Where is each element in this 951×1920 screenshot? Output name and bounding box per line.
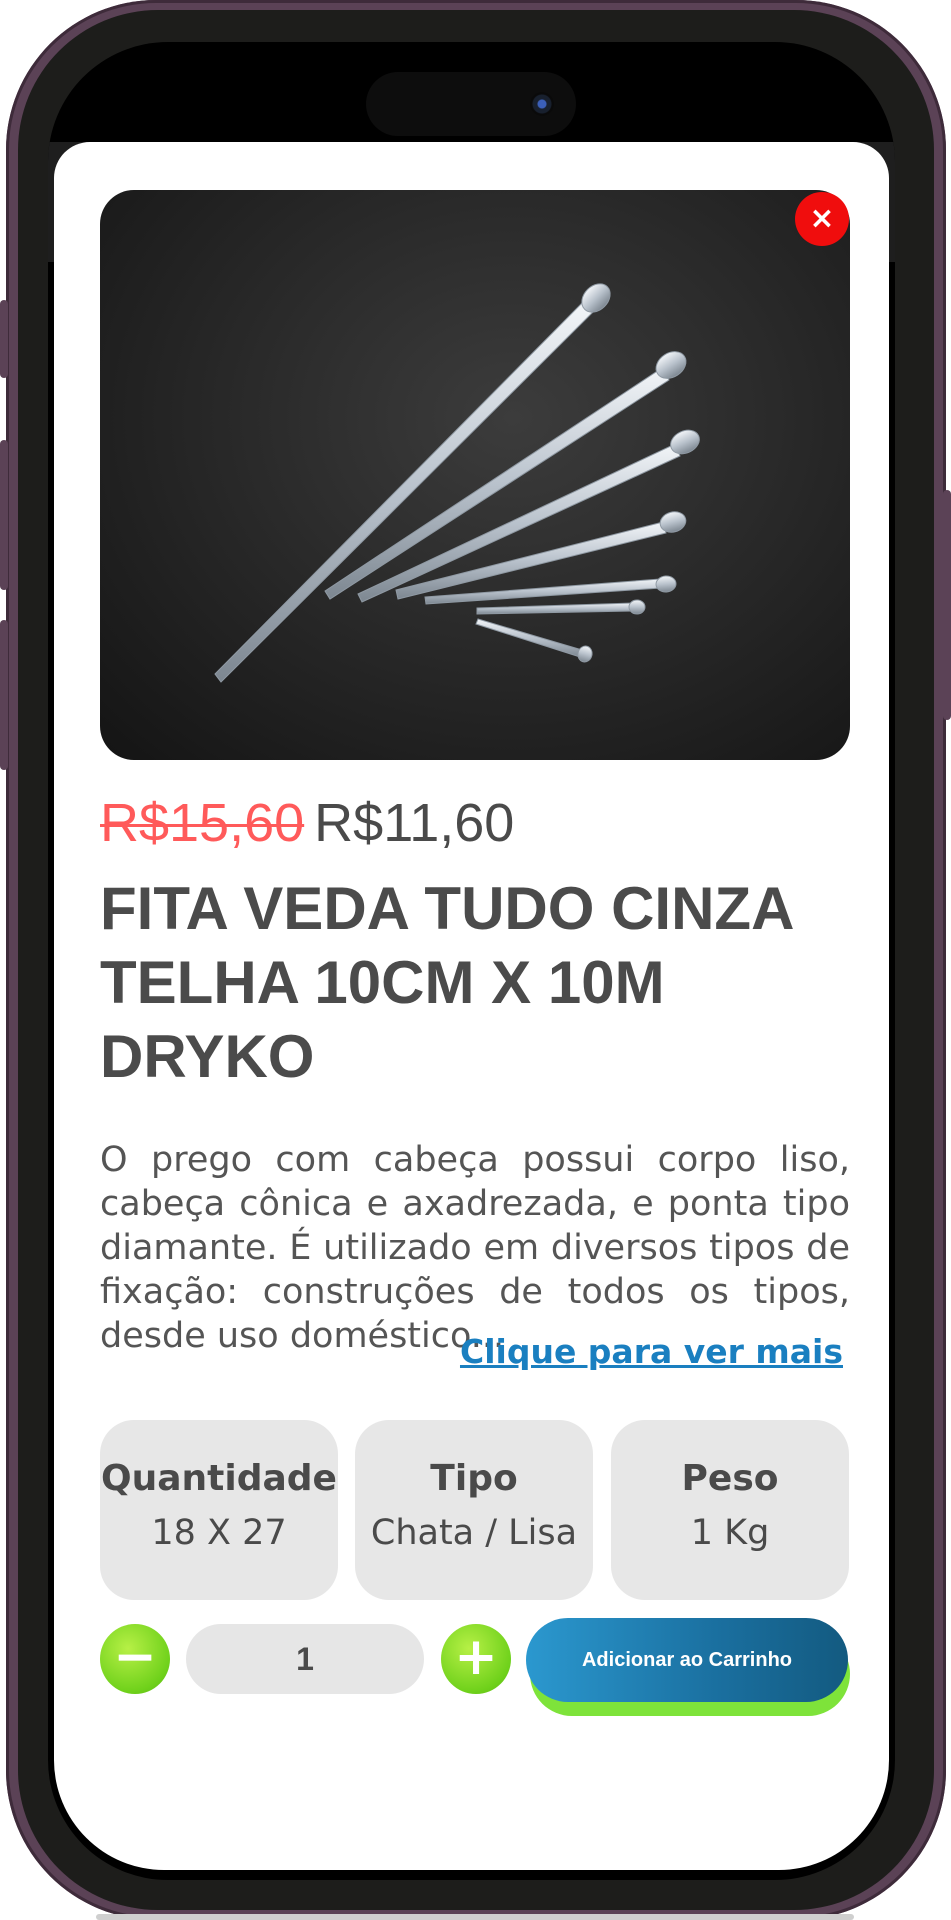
product-title: FITA VEDA TUDO CINZA TELHA 10CM X 10M DR… bbox=[100, 875, 793, 1090]
quantity-field[interactable]: 1 bbox=[186, 1624, 424, 1694]
volume-down-button bbox=[0, 620, 8, 770]
spec-card-type: Tipo Chata / Lisa bbox=[355, 1420, 593, 1600]
spec-value: 1 Kg bbox=[690, 1513, 770, 1553]
current-price: R$11,60 bbox=[314, 793, 515, 853]
spec-value: 18 X 27 bbox=[151, 1513, 287, 1553]
old-price: R$15,60 bbox=[100, 793, 305, 853]
add-to-cart-label: Adicionar ao Carrinho bbox=[581, 1648, 793, 1671]
close-icon[interactable]: × bbox=[795, 192, 849, 246]
product-description: O prego com cabeça possui corpo liso, ca… bbox=[100, 1140, 850, 1356]
power-button bbox=[943, 490, 951, 720]
minus-icon[interactable]: − bbox=[100, 1624, 170, 1694]
product-image bbox=[100, 190, 850, 760]
add-to-cart-button[interactable]: Adicionar ao Carrinho bbox=[526, 1618, 848, 1702]
dynamic-island bbox=[366, 72, 576, 136]
spec-label: Quantidade bbox=[101, 1458, 337, 1499]
see-more-link[interactable]: Clique para ver mais bbox=[460, 1332, 843, 1371]
spec-label: Tipo bbox=[430, 1458, 518, 1499]
product-modal: × R$15,60 R$11,60 FITA VEDA TUDO CINZA TE… bbox=[54, 142, 889, 1870]
spec-card-quantity: Quantidade 18 X 27 bbox=[100, 1420, 338, 1600]
action-button bbox=[0, 300, 8, 378]
volume-up-button bbox=[0, 440, 8, 590]
nails-illustration bbox=[214, 283, 700, 683]
spec-label: Peso bbox=[681, 1458, 779, 1499]
home-indicator bbox=[96, 1914, 854, 1920]
price-row: R$15,60 R$11,60 bbox=[100, 792, 514, 862]
plus-icon[interactable]: + bbox=[441, 1624, 511, 1694]
spec-value: Chata / Lisa bbox=[370, 1513, 578, 1553]
spec-card-weight: Peso 1 Kg bbox=[611, 1420, 849, 1600]
front-camera-icon bbox=[530, 92, 554, 116]
phone-screen: × R$15,60 R$11,60 FITA VEDA TUDO CINZA TE… bbox=[48, 42, 895, 1880]
